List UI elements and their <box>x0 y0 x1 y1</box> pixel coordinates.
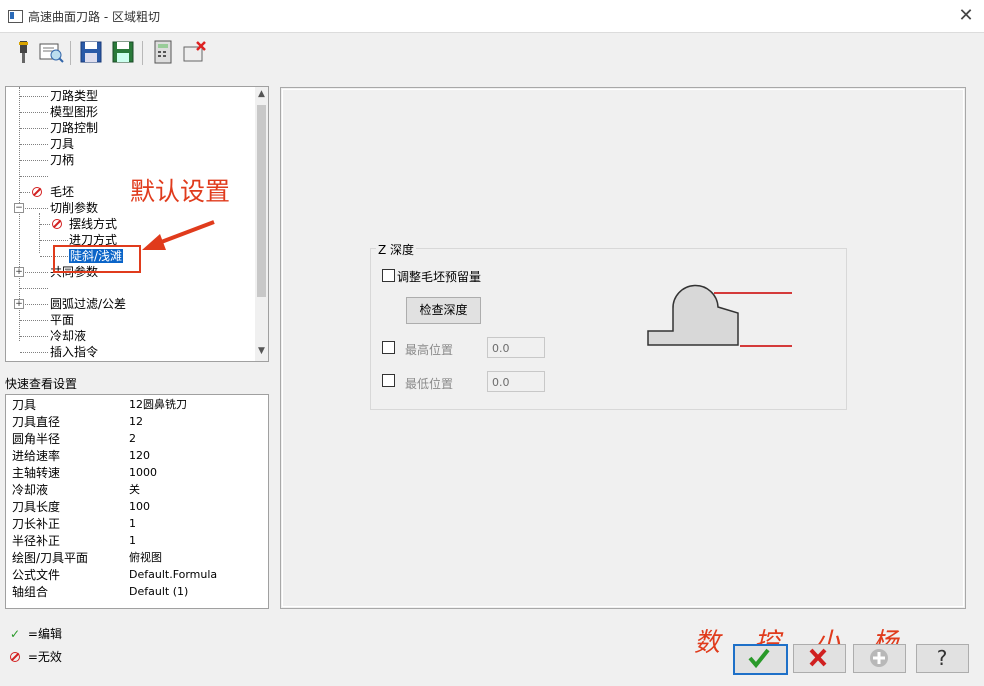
quick-view-name: 主轴转速 <box>12 466 61 480</box>
expand-icon[interactable]: + <box>14 267 24 277</box>
scroll-up-icon[interactable]: ▲ <box>255 89 268 99</box>
legend-invalid-label: =无效 <box>27 650 62 664</box>
window-title: 高速曲面刀路 - 区域粗切 <box>28 10 160 24</box>
quick-view-name: 冷却液 <box>12 483 49 497</box>
invalid-icon <box>52 219 62 229</box>
tree-item-model-geometry[interactable]: 模型图形 <box>50 105 98 119</box>
quick-view-label: 快速查看设置 <box>5 377 78 391</box>
max-position-label: 最高位置 <box>405 343 454 357</box>
quick-view-value: Default.Formula <box>129 568 218 581</box>
toolbar <box>0 33 984 75</box>
tree-item-toolpath-control[interactable]: 刀路控制 <box>50 121 98 135</box>
add-button[interactable] <box>853 644 906 673</box>
quick-view-value: 12 <box>129 415 143 428</box>
legend-edit: ✓ =编辑 <box>10 625 62 642</box>
max-position-input[interactable]: 0.0 <box>487 337 545 358</box>
quick-view-name: 绘图/刀具平面 <box>12 551 89 565</box>
quick-view-name: 刀长补正 <box>12 517 61 531</box>
close-button[interactable]: ✕ <box>954 4 978 28</box>
tree-item-tool[interactable]: 刀具 <box>50 137 74 151</box>
tree-item-toolpath-type[interactable]: 刀路类型 <box>50 89 98 103</box>
min-position-input[interactable]: 0.0 <box>487 371 545 392</box>
adjust-stock-label: 调整毛坯预留量 <box>397 270 482 284</box>
legend-invalid: =无效 <box>10 648 62 665</box>
min-position-checkbox[interactable] <box>382 374 395 387</box>
quick-view-value: 100 <box>129 500 150 513</box>
cancel-button[interactable] <box>793 644 846 673</box>
delete-icon[interactable] <box>182 39 208 65</box>
svg-text:?: ? <box>937 646 948 670</box>
tree-item-holder[interactable]: 刀柄 <box>50 153 74 167</box>
quick-view-value: 关 <box>129 483 140 496</box>
max-position-checkbox[interactable] <box>382 341 395 354</box>
min-position-label: 最低位置 <box>405 377 454 391</box>
tree-item-coolant[interactable]: 冷却液 <box>50 329 86 343</box>
quick-view-value: Default (1) <box>129 585 189 598</box>
invalid-icon <box>32 187 42 197</box>
plus-icon <box>870 649 888 667</box>
scrollbar-thumb[interactable] <box>257 105 266 297</box>
legend-edit-label: =编辑 <box>27 627 62 641</box>
ok-button[interactable] <box>733 644 788 675</box>
tree-item-insert-commands[interactable]: 插入指令 <box>50 345 98 359</box>
quick-view-name: 半径补正 <box>12 534 61 548</box>
collapse-icon[interactable]: − <box>14 203 24 213</box>
quick-view-name: 刀具长度 <box>12 500 61 514</box>
quick-view-value: 2 <box>129 432 136 445</box>
quick-view-value: 1 <box>129 517 136 530</box>
tool-icon[interactable] <box>10 39 36 65</box>
invalid-icon <box>10 652 20 662</box>
calculator-icon[interactable] <box>150 39 176 65</box>
scroll-down-icon[interactable]: ▼ <box>255 346 268 356</box>
check-depth-button[interactable]: 检查深度 <box>406 297 481 324</box>
preview-icon[interactable] <box>38 39 64 65</box>
tree-item-arc-filter[interactable]: 圆弧过滤/公差 <box>50 297 126 311</box>
tree-item-trochoidal[interactable]: 摆线方式 <box>69 217 117 231</box>
quick-view-value: 俯视图 <box>129 551 162 564</box>
z-depth-title: Z 深度 <box>376 241 417 258</box>
annotation-label: 默认设置 <box>130 177 231 206</box>
help-button[interactable]: ? <box>916 644 969 673</box>
quick-view-name: 刀具直径 <box>12 415 61 429</box>
quick-view-value: 120 <box>129 449 150 462</box>
save-icon[interactable] <box>78 39 104 65</box>
quick-view-name: 进给速率 <box>12 449 61 463</box>
quick-view-value: 12圆鼻铣刀 <box>129 398 187 411</box>
quick-view-value: 1 <box>129 534 136 547</box>
tree-item-stock[interactable]: 毛坯 <box>50 185 74 199</box>
quick-view-name: 刀具 <box>12 398 37 412</box>
parameter-tree[interactable]: 刀路类型 模型图形 刀路控制 刀具 刀柄 毛坯 − 切削参数 摆线方式 进刀方式… <box>5 86 269 362</box>
tree-item-planes[interactable]: 平面 <box>50 313 74 327</box>
quick-view-name: 公式文件 <box>12 568 61 582</box>
app-icon <box>8 10 23 23</box>
help-icon: ? <box>937 646 948 670</box>
tree-item-cut-parameters[interactable]: 切削参数 <box>50 201 98 215</box>
quick-view-list: 刀具 12圆鼻铣刀 刀具直径 12 圆角半径 2 进给速率 120 主轴转速 1… <box>5 394 269 609</box>
watermark-char: 数 <box>694 628 721 658</box>
adjust-stock-checkbox[interactable] <box>382 269 395 282</box>
check-icon <box>748 648 770 669</box>
title-bar: 高速曲面刀路 - 区域粗切 ✕ <box>0 0 984 33</box>
close-icon <box>809 648 827 667</box>
expand-icon[interactable]: + <box>14 299 24 309</box>
quick-view-name: 圆角半径 <box>12 432 61 446</box>
quick-view-value: 1000 <box>129 466 157 479</box>
arrow-icon <box>142 220 215 250</box>
quick-view-name: 轴组合 <box>12 585 49 599</box>
highlight-box <box>53 245 141 273</box>
check-icon: ✓ <box>10 627 21 641</box>
depth-diagram <box>647 284 792 347</box>
save-as-icon[interactable] <box>110 39 136 65</box>
